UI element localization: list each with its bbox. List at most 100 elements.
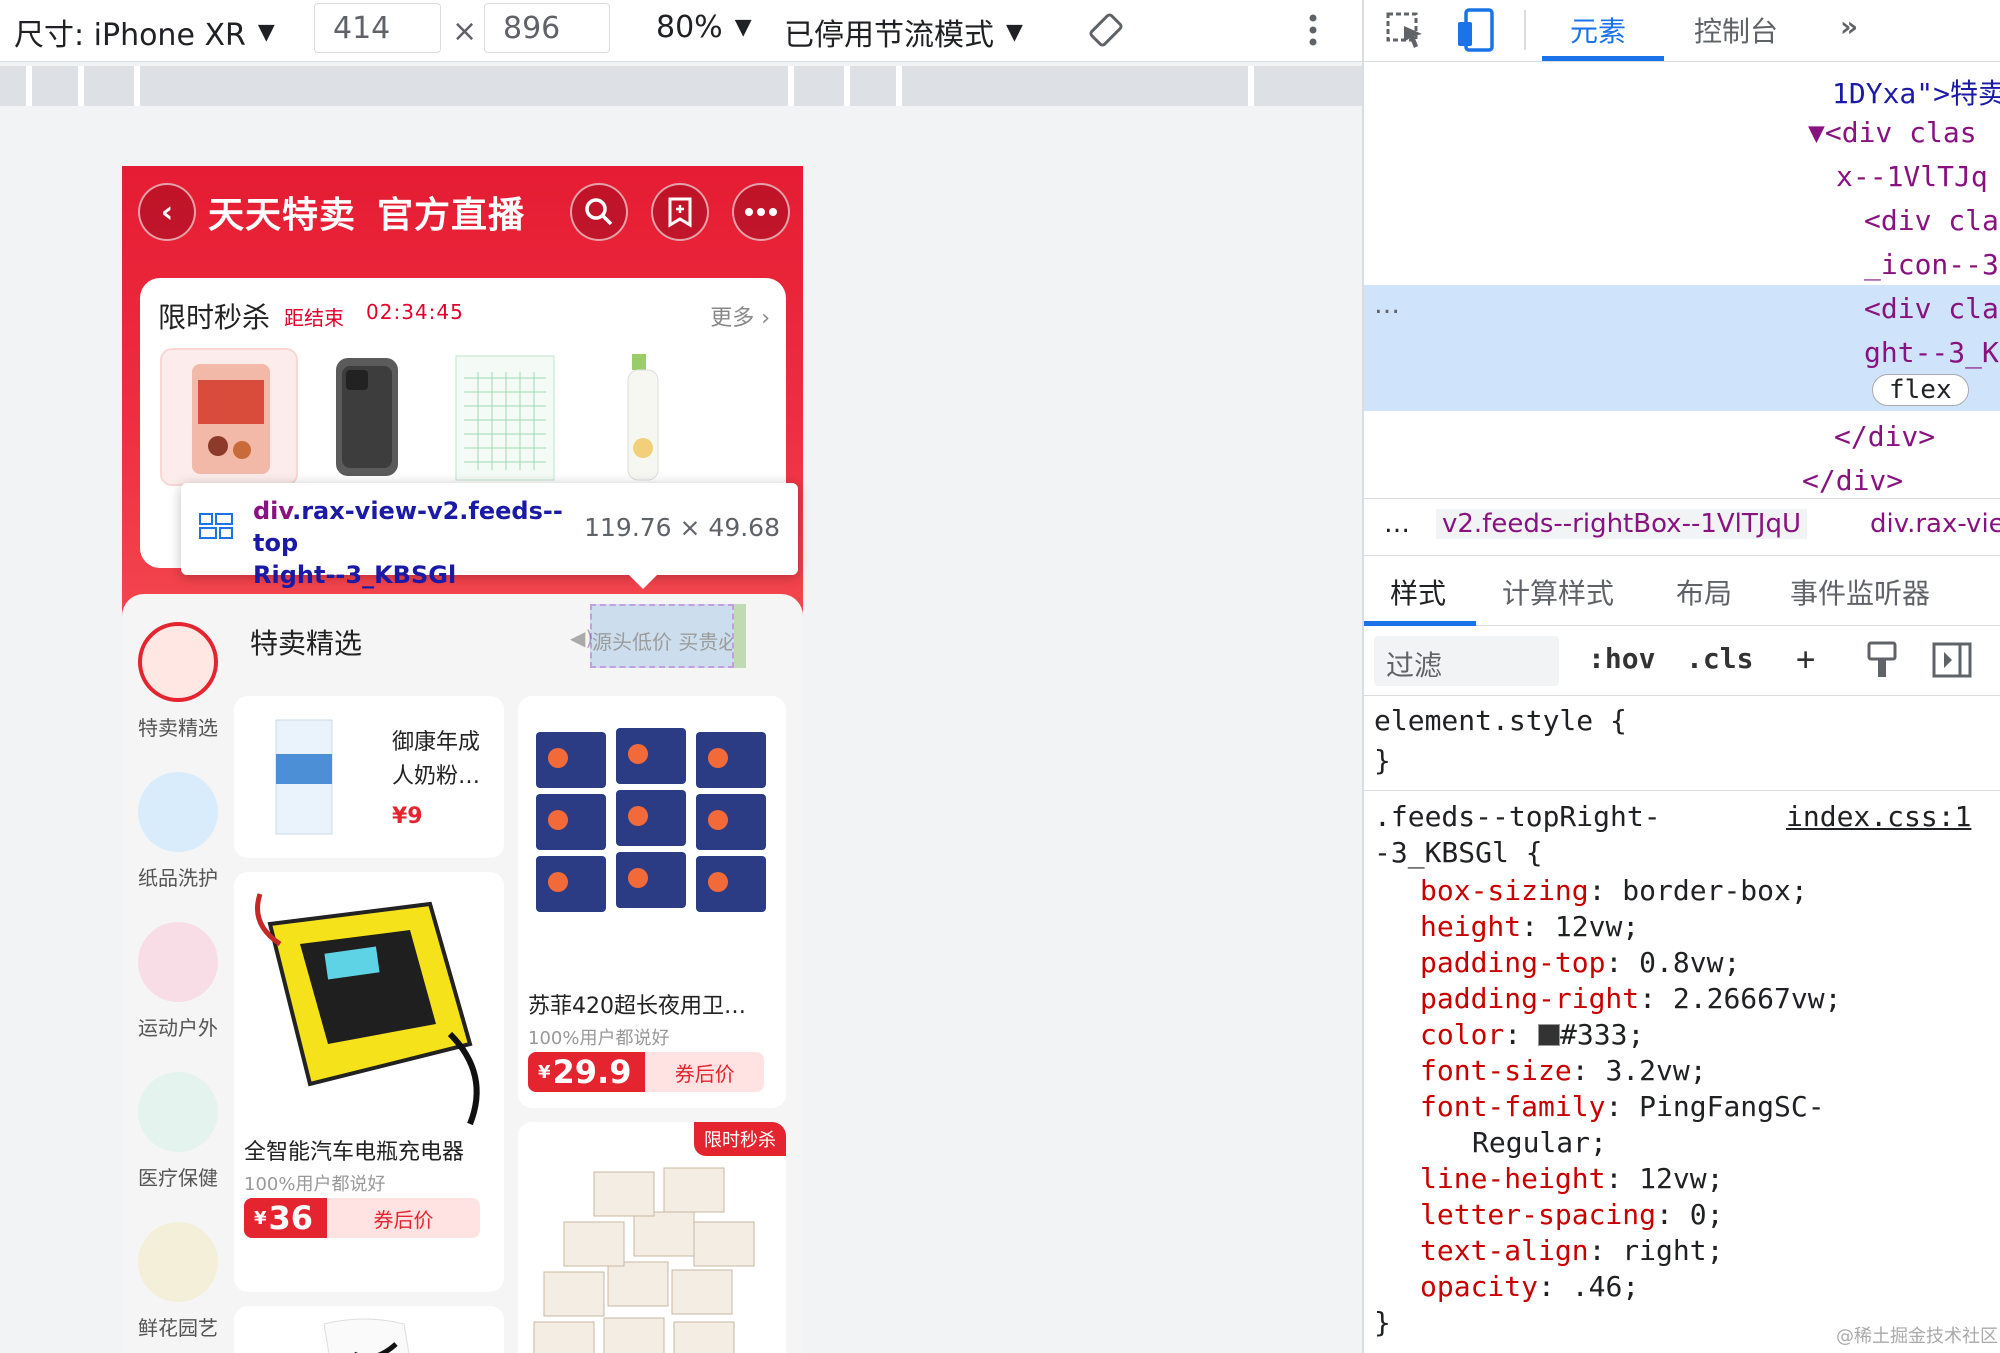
flash-product-thumb[interactable]: [160, 348, 298, 486]
dom-line[interactable]: _icon--3: [1864, 248, 1999, 281]
thumbs-up-icon: [138, 622, 218, 702]
rule-selector[interactable]: .feeds--topRight-: [1374, 800, 1661, 833]
category-item[interactable]: 运动户外: [122, 922, 234, 1041]
product-card[interactable]: [234, 1306, 504, 1353]
css-property: line-height: [1420, 1162, 1606, 1195]
countdown-timer: 02:34:45: [366, 300, 464, 324]
card-subtitle: 100%用户都说好: [528, 1028, 670, 1049]
device-select[interactable]: 尺寸: iPhone XR ▼: [14, 10, 275, 54]
more-options-icon[interactable]: [1306, 12, 1320, 48]
declaration[interactable]: padding-top: 0.8vw;: [1420, 946, 1740, 979]
css-value: PingFangSC-: [1639, 1090, 1825, 1123]
dom-line[interactable]: <div cla: [1864, 204, 1999, 237]
brand-logo-right: 官方直播: [377, 195, 526, 236]
toggle-sidebar-icon[interactable]: [1932, 642, 1972, 678]
filter-input[interactable]: 过滤: [1374, 636, 1559, 686]
declaration[interactable]: line-height: 12vw;: [1420, 1162, 1723, 1195]
flash-sale-more-link[interactable]: 更多 ›: [710, 300, 770, 332]
card-title: 全智能汽车电瓶充电器: [244, 1140, 465, 1165]
dom-line: </div>: [1802, 464, 1904, 497]
currency: ¥: [254, 1207, 267, 1229]
tooltip-dimensions: 119.76 × 49.68: [584, 513, 780, 542]
category-item[interactable]: 医疗保健: [122, 1072, 234, 1191]
height-input[interactable]: 896: [484, 3, 610, 53]
breadcrumb-item[interactable]: div.rax-vie: [1870, 509, 2000, 539]
chevron-down-icon: ▼: [1006, 19, 1023, 45]
flex-badge[interactable]: flex: [1872, 374, 1969, 406]
declaration[interactable]: color: #333;: [1420, 1018, 1644, 1051]
breadcrumb-ellipsis[interactable]: …: [1384, 509, 1410, 539]
flash-product-thumb[interactable]: [298, 348, 436, 486]
dom-line[interactable]: x--1VlTJq: [1836, 160, 1988, 193]
rotate-icon[interactable]: [1088, 12, 1124, 48]
devtools-tabbar: 元素 控制台 »: [1364, 0, 2000, 62]
dom-node-menu-dots[interactable]: …: [1374, 290, 1400, 320]
declaration[interactable]: opacity: .46;: [1420, 1270, 1639, 1303]
css-property: font-size: [1420, 1054, 1572, 1087]
width-input[interactable]: 414: [314, 3, 441, 53]
css-property: height: [1420, 910, 1522, 943]
styles-filter-row: 过滤 :hov .cls +: [1364, 626, 2000, 696]
chevron-down-icon: ▼: [734, 15, 752, 40]
product-card[interactable]: 全智能汽车电瓶充电器 100%用户都说好 ¥36 券后价: [234, 872, 504, 1292]
category-item[interactable]: 纸品洗护: [122, 772, 234, 891]
rule-selector[interactable]: -3_KBSGl {: [1374, 836, 1543, 869]
color-swatch[interactable]: [1538, 1024, 1561, 1046]
product-card[interactable]: 苏菲420超长夜用卫… 100%用户都说好 ¥29.9 券后价: [518, 696, 786, 1108]
devtools-panel: 元素 控制台 » … 1DYxa">特卖 ▼<div clas x--1VlTJ…: [1362, 0, 2000, 1353]
declaration[interactable]: letter-spacing: 0;: [1420, 1198, 1723, 1231]
breadcrumb-item[interactable]: v2.feeds--rightBox--1VlTJqU: [1436, 509, 1807, 539]
device-toggle-icon[interactable]: [1456, 8, 1496, 52]
paint-brush-icon[interactable]: [1866, 640, 1900, 680]
feed-panel: 特卖精选 纸品洗护 运动户外 医疗保健 鲜花园艺 特卖精选 ◀) 源头低价 买贵…: [122, 594, 803, 1353]
more-button[interactable]: [732, 183, 790, 241]
search-button[interactable]: [570, 183, 628, 241]
back-button[interactable]: ‹: [138, 183, 196, 241]
tab-styles[interactable]: 样式: [1390, 572, 1446, 612]
breadcrumb: … v2.feeds--rightBox--1VlTJqU div.rax-vi…: [1364, 498, 2000, 556]
inspect-element-icon[interactable]: [1386, 12, 1426, 50]
active-tab-indicator: [1542, 56, 1664, 61]
brand-logo-left: 天天特卖: [208, 195, 357, 236]
category-label: 鲜花园艺: [138, 1316, 218, 1340]
tab-elements[interactable]: 元素: [1570, 10, 1626, 50]
price-number: 36: [268, 1199, 314, 1237]
tab-event-listeners[interactable]: 事件监听器: [1790, 572, 1930, 612]
css-property: padding-right: [1420, 982, 1640, 1015]
tab-layout[interactable]: 布局: [1676, 572, 1732, 612]
more-tabs-icon[interactable]: »: [1840, 10, 1858, 43]
category-item[interactable]: 特卖精选: [122, 622, 234, 741]
zoom-select[interactable]: 80% ▼: [656, 10, 752, 45]
declaration[interactable]: height: 12vw;: [1420, 910, 1639, 943]
category-item[interactable]: 鲜花园艺: [122, 1222, 234, 1341]
dom-line[interactable]: ▼<div clas: [1808, 116, 1977, 149]
category-label: 纸品洗护: [138, 866, 218, 890]
rule-source-link[interactable]: index.css:1: [1786, 800, 1971, 833]
element-style-rule[interactable]: element.style {: [1374, 704, 1627, 737]
sock-image: [323, 1318, 410, 1353]
declaration[interactable]: font-size: 3.2vw;: [1420, 1054, 1707, 1087]
new-rule-button[interactable]: +: [1796, 640, 1815, 678]
media-query-ruler[interactable]: [0, 66, 1362, 106]
flash-product-thumb[interactable]: [436, 348, 574, 486]
price-tag: ¥36 券后价: [244, 1198, 480, 1238]
bookmark-button[interactable]: [651, 183, 709, 241]
dom-line[interactable]: <div cla: [1864, 292, 1999, 325]
throttle-select[interactable]: 已停用节流模式 ▼: [784, 10, 1023, 54]
tab-console[interactable]: 控制台: [1694, 10, 1778, 50]
cls-toggle[interactable]: .cls: [1686, 642, 1753, 675]
declaration[interactable]: text-align: right;: [1420, 1234, 1723, 1267]
declaration[interactable]: padding-right: 2.26667vw;: [1420, 982, 1841, 1015]
dom-line[interactable]: 1DYxa">特卖: [1832, 72, 2000, 112]
hov-toggle[interactable]: :hov: [1588, 642, 1655, 675]
chevron-left-icon: ‹: [160, 194, 174, 230]
declaration[interactable]: font-family: PingFangSC-: [1420, 1090, 1825, 1123]
declaration[interactable]: box-sizing: border-box;: [1420, 874, 1808, 907]
bookmark-icon: [668, 197, 692, 228]
tab-computed[interactable]: 计算样式: [1502, 572, 1614, 612]
css-property: opacity: [1420, 1270, 1539, 1303]
product-card[interactable]: 限时秒杀: [518, 1122, 786, 1353]
dom-line[interactable]: ght--3_K: [1864, 336, 1999, 369]
flash-product-thumb[interactable]: [574, 348, 712, 486]
product-card[interactable]: 御康年成 人奶粉… ¥9: [234, 696, 504, 858]
